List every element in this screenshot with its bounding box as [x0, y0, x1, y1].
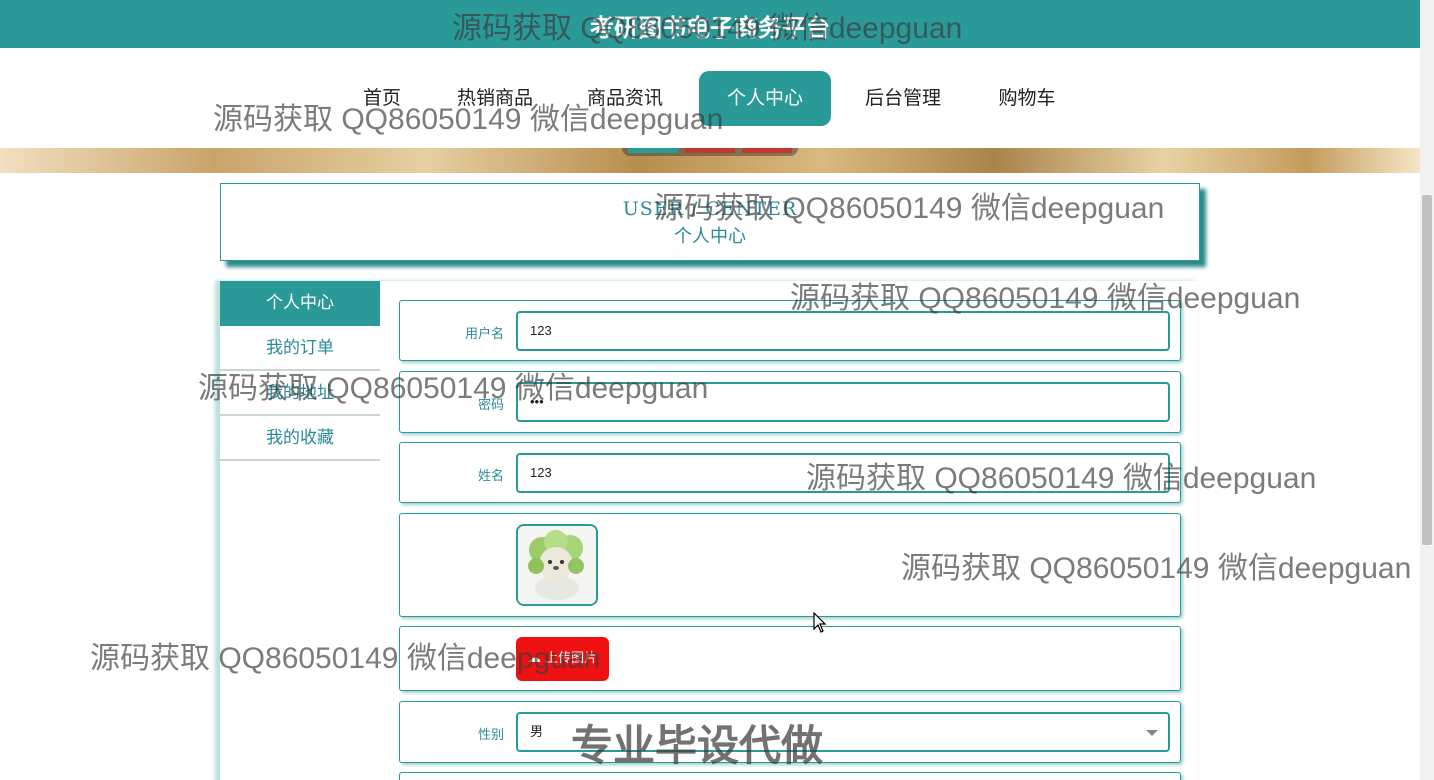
nav-admin[interactable]: 后台管理 [853, 71, 953, 126]
banner-dot-3[interactable] [742, 148, 792, 153]
upload-row: ☁ 上传图片 [399, 626, 1181, 691]
user-center-title-cn: 个人中心 [674, 226, 746, 247]
side-item-user-center[interactable]: 个人中心 [220, 281, 380, 326]
nav-product-news[interactable]: 商品资讯 [575, 71, 675, 126]
user-center-title-en: USER / CENTER [622, 198, 798, 220]
nav-hot-products[interactable]: 热销商品 [445, 71, 545, 126]
top-bar: 考研图书电子商务平台 [0, 0, 1420, 48]
banner-indicators [622, 148, 798, 156]
nav-home[interactable]: 首页 [345, 71, 419, 126]
name-row: 姓名 123 [399, 442, 1181, 503]
site-title: 考研图书电子商务平台 [590, 14, 830, 42]
gender-value: 男 [530, 724, 544, 739]
side-menu: 个人中心 我的订单 我的地址 我的收藏 [220, 281, 380, 461]
password-input[interactable]: ••• [516, 382, 1170, 422]
upload-image-button[interactable]: ☁ 上传图片 [516, 637, 609, 681]
nav-cart[interactable]: 购物车 [985, 71, 1069, 126]
password-label: 密码 [477, 398, 504, 413]
upload-label: 上传图片 [545, 651, 598, 666]
main-nav: 首页 热销商品 商品资讯 个人中心 后台管理 购物车 [0, 48, 1420, 148]
mouse-cursor-icon [813, 612, 827, 633]
side-item-address[interactable]: 我的地址 [220, 371, 380, 416]
username-input[interactable]: 123 [516, 311, 1170, 351]
side-item-orders[interactable]: 我的订单 [220, 326, 380, 371]
next-row [399, 772, 1181, 780]
avatar-row [399, 513, 1181, 617]
gender-label: 性别 [477, 728, 504, 743]
username-label: 用户名 [464, 327, 504, 342]
banner-dot-2[interactable] [685, 148, 735, 153]
upload-icon: ☁ [527, 651, 541, 666]
scrollbar-thumb[interactable] [1422, 195, 1432, 545]
side-item-favorites[interactable]: 我的收藏 [220, 416, 380, 461]
watermark-service: 专业毕设代做 [571, 721, 824, 770]
avatar-image[interactable] [516, 524, 598, 606]
nav-user-center[interactable]: 个人中心 [699, 71, 831, 126]
name-input[interactable]: 123 [516, 453, 1170, 493]
cabbage-dog-avatar-icon [518, 526, 596, 604]
page: 考研图书电子商务平台 首页 热销商品 商品资讯 个人中心 后台管理 购物车 US… [0, 0, 1434, 780]
user-center-header: USER / CENTER 个人中心 [220, 183, 1200, 261]
banner-dot-1[interactable] [628, 148, 678, 153]
name-label: 姓名 [477, 469, 504, 484]
chevron-down-icon [1146, 730, 1158, 736]
username-row: 用户名 123 [399, 300, 1181, 361]
password-row: 密码 ••• [399, 371, 1181, 433]
scrollbar[interactable] [1420, 0, 1434, 780]
